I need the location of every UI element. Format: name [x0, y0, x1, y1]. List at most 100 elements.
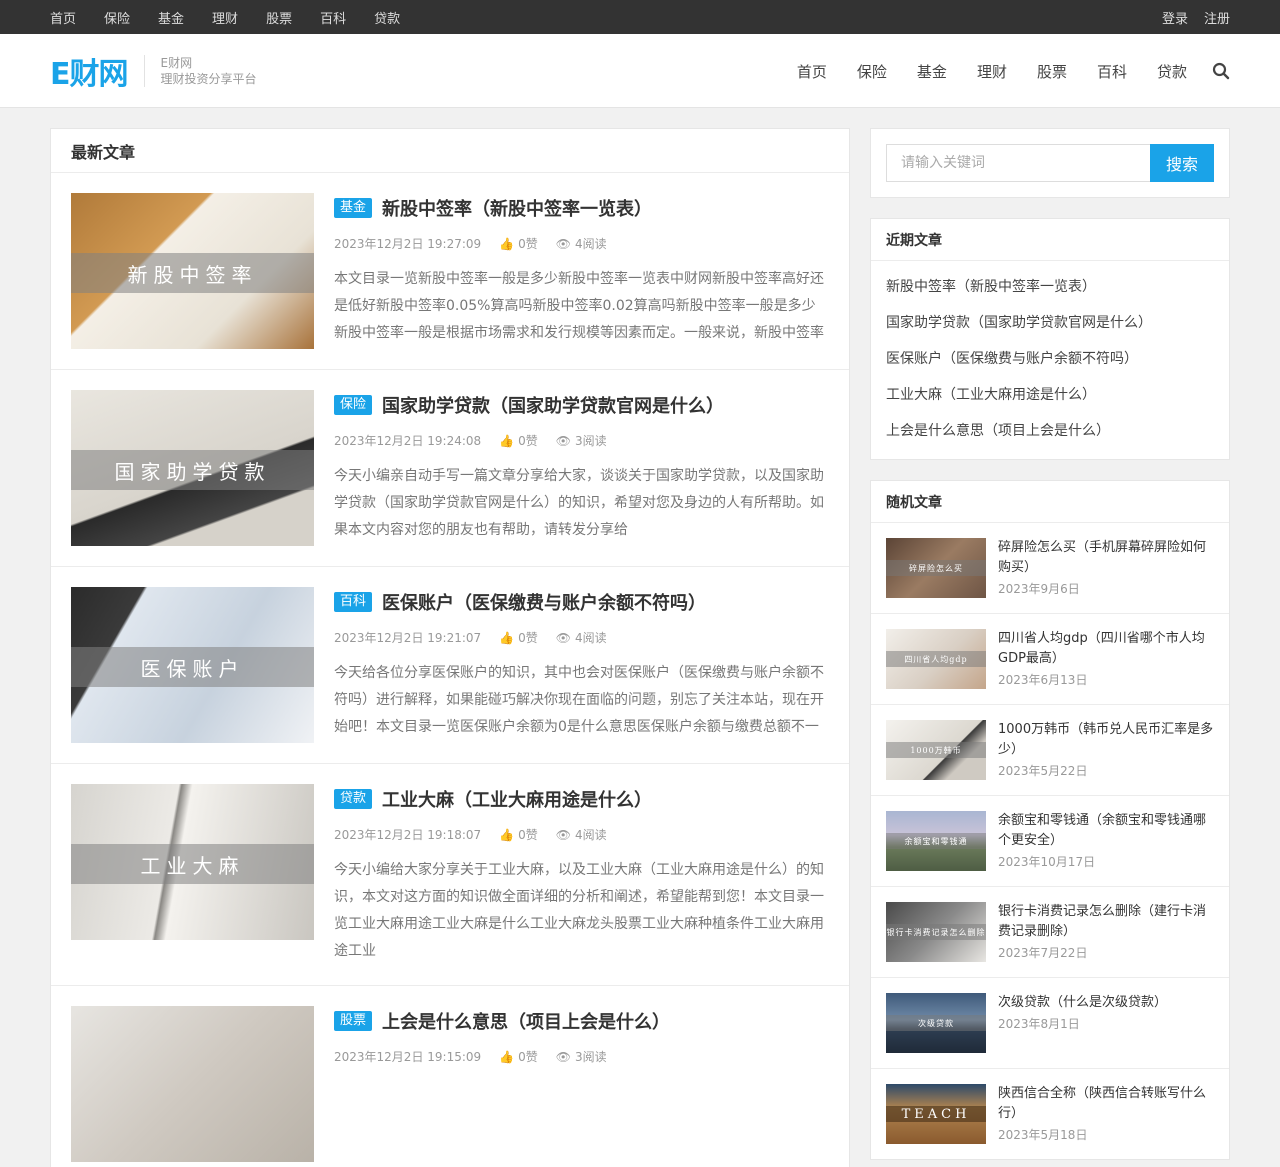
main-nav: 首页 保险 基金 理财 股票 百科 贷款 — [782, 61, 1230, 82]
site-logo[interactable]: E财网 — [50, 49, 128, 93]
post-thumbnail[interactable]: 医保账户 — [71, 587, 314, 743]
post-excerpt: 今天小编亲自动手写一篇文章分享给大家，谈谈关于国家助学贷款，以及国家助学贷款（国… — [334, 468, 824, 538]
nav-fund[interactable]: 基金 — [902, 61, 962, 82]
thumbnail-caption: 次级贷款 — [886, 1015, 986, 1031]
random-item: 碎屏险怎么买 碎屏险怎么买（手机屏幕碎屏险如何购买） 2023年9月6日 — [871, 523, 1229, 614]
random-thumbnail[interactable]: 碎屏险怎么买 — [886, 538, 986, 598]
nav-finance[interactable]: 理财 — [962, 61, 1022, 82]
recent-link[interactable]: 新股中签率（新股中签率一览表） — [886, 269, 1214, 305]
post-item: 国家助学贷款 保险 国家助学贷款（国家助学贷款官网是什么） 2023年12月2日… — [51, 370, 849, 567]
category-badge[interactable]: 百科 — [334, 592, 373, 612]
eye-icon: 👁 — [555, 827, 571, 842]
post-date: 2023年12月2日 19:24:08 — [334, 434, 482, 448]
category-badge[interactable]: 贷款 — [334, 789, 373, 809]
post-date: 2023年12月2日 19:15:09 — [334, 1050, 482, 1064]
random-title[interactable]: 碎屏险怎么买（手机屏幕碎屏险如何购买） — [998, 538, 1214, 578]
thumbs-up-icon: 👍 — [499, 433, 515, 448]
post-views: 3阅读 — [574, 434, 607, 448]
random-title[interactable]: 四川省人均gdp（四川省哪个市人均GDP最高） — [998, 629, 1214, 669]
thumbnail-caption: 医保账户 — [71, 647, 314, 687]
random-title[interactable]: 余额宝和零钱通（余额宝和零钱通哪个更安全） — [998, 811, 1214, 851]
random-item: TEACH 陕西信合全称（陕西信合转账写什么行） 2023年5月18日 — [871, 1069, 1229, 1159]
post-excerpt: 今天小编给大家分享关于工业大麻，以及工业大麻（工业大麻用途是什么）的知识，本文对… — [334, 862, 824, 959]
sidebar: 搜索 近期文章 新股中签率（新股中签率一览表） 国家助学贷款（国家助学贷款官网是… — [870, 128, 1230, 1167]
top-link-loan[interactable]: 贷款 — [374, 8, 400, 27]
nav-wiki[interactable]: 百科 — [1082, 61, 1142, 82]
random-date: 2023年9月6日 — [998, 582, 1080, 596]
top-link-home[interactable]: 首页 — [50, 8, 76, 27]
recent-link[interactable]: 国家助学贷款（国家助学贷款官网是什么） — [886, 305, 1214, 341]
nav-insurance[interactable]: 保险 — [842, 61, 902, 82]
top-link-stock[interactable]: 股票 — [266, 8, 292, 27]
post-date: 2023年12月2日 19:18:07 — [334, 828, 482, 842]
random-thumbnail[interactable]: 次级贷款 — [886, 993, 986, 1053]
post-item: 新股中签率 基金 新股中签率（新股中签率一览表） 2023年12月2日 19:2… — [51, 173, 849, 370]
nav-stock[interactable]: 股票 — [1022, 61, 1082, 82]
thumbs-up-icon: 👍 — [499, 236, 515, 251]
top-link-wiki[interactable]: 百科 — [320, 8, 346, 27]
site-header: E财网 E财网 理财投资分享平台 首页 保险 基金 理财 股票 百科 贷款 — [0, 34, 1280, 108]
recent-link[interactable]: 上会是什么意思（项目上会是什么） — [886, 413, 1214, 449]
random-posts: 随机文章 碎屏险怎么买 碎屏险怎么买（手机屏幕碎屏险如何购买） 2023年9月6… — [870, 480, 1230, 1160]
logo-divider — [143, 55, 145, 87]
eye-icon: 👁 — [555, 236, 571, 251]
random-thumbnail[interactable]: 余额宝和零钱通 — [886, 811, 986, 871]
post-thumbnail[interactable]: 国家助学贷款 — [71, 390, 314, 546]
post-title[interactable]: 工业大麻（工业大麻用途是什么） — [382, 786, 652, 812]
category-badge[interactable]: 股票 — [334, 1011, 373, 1031]
top-bar: 首页 保险 基金 理财 股票 百科 贷款 登录 注册 — [0, 0, 1280, 34]
thumbs-up-icon: 👍 — [499, 827, 515, 842]
nav-loan[interactable]: 贷款 — [1142, 61, 1202, 82]
top-link-fund[interactable]: 基金 — [158, 8, 184, 27]
post-excerpt: 今天给各位分享医保账户的知识，其中也会对医保账户（医保缴费与账户余额不符吗）进行… — [334, 665, 824, 735]
post-thumbnail[interactable]: 新股中签率 — [71, 193, 314, 349]
search-icon[interactable] — [1212, 62, 1230, 80]
random-title[interactable]: 陕西信合全称（陕西信合转账写什么行） — [998, 1084, 1214, 1124]
thumbnail-caption: 新股中签率 — [71, 253, 314, 293]
post-title[interactable]: 上会是什么意思（项目上会是什么） — [382, 1008, 670, 1034]
category-badge[interactable]: 基金 — [334, 198, 373, 218]
random-thumbnail[interactable]: 1000万韩币 — [886, 720, 986, 780]
login-link[interactable]: 登录 — [1162, 8, 1188, 27]
post-title[interactable]: 新股中签率（新股中签率一览表） — [382, 195, 652, 221]
post-title[interactable]: 国家助学贷款（国家助学贷款官网是什么） — [382, 392, 724, 418]
random-thumbnail[interactable]: 四川省人均gdp — [886, 629, 986, 689]
random-title[interactable]: 次级贷款（什么是次级贷款） — [998, 993, 1214, 1013]
random-date: 2023年5月22日 — [998, 764, 1088, 778]
recent-posts: 近期文章 新股中签率（新股中签率一览表） 国家助学贷款（国家助学贷款官网是什么）… — [870, 218, 1230, 460]
post-date: 2023年12月2日 19:21:07 — [334, 631, 482, 645]
post-likes: 0赞 — [518, 1050, 538, 1064]
post-item: 股票 上会是什么意思（项目上会是什么） 2023年12月2日 19:15:09 … — [51, 986, 849, 1167]
random-title[interactable]: 1000万韩币（韩币兑人民币汇率是多少） — [998, 720, 1214, 760]
random-thumbnail[interactable]: 银行卡消费记录怎么删除 — [886, 902, 986, 962]
random-date: 2023年7月22日 — [998, 946, 1088, 960]
eye-icon: 👁 — [555, 1049, 571, 1064]
post-views: 3阅读 — [574, 1050, 607, 1064]
thumbnail-caption: 工业大麻 — [71, 844, 314, 884]
category-badge[interactable]: 保险 — [334, 395, 373, 415]
post-thumbnail[interactable] — [71, 1006, 314, 1162]
post-thumbnail[interactable]: 工业大麻 — [71, 784, 314, 940]
random-heading: 随机文章 — [871, 481, 1229, 523]
post-likes: 0赞 — [518, 237, 538, 251]
top-link-finance[interactable]: 理财 — [212, 8, 238, 27]
thumbnail-caption: 碎屏险怎么买 — [886, 560, 986, 576]
register-link[interactable]: 注册 — [1204, 8, 1230, 27]
thumbnail-caption: 余额宝和零钱通 — [886, 833, 986, 849]
top-link-insurance[interactable]: 保险 — [104, 8, 130, 27]
post-likes: 0赞 — [518, 631, 538, 645]
random-item: 1000万韩币 1000万韩币（韩币兑人民币汇率是多少） 2023年5月22日 — [871, 705, 1229, 796]
random-title[interactable]: 银行卡消费记录怎么删除（建行卡消费记录删除） — [998, 902, 1214, 942]
recent-link[interactable]: 医保账户（医保缴费与账户余额不符吗） — [886, 341, 1214, 377]
search-input[interactable] — [886, 144, 1150, 182]
post-title[interactable]: 医保账户（医保缴费与账户余额不符吗） — [382, 589, 706, 615]
random-date: 2023年6月13日 — [998, 673, 1088, 687]
random-date: 2023年5月18日 — [998, 1128, 1088, 1142]
thumbs-up-icon: 👍 — [499, 630, 515, 645]
recent-link[interactable]: 工业大麻（工业大麻用途是什么） — [886, 377, 1214, 413]
search-button[interactable]: 搜索 — [1150, 144, 1214, 182]
auth-links: 登录 注册 — [1162, 8, 1230, 27]
eye-icon: 👁 — [555, 433, 571, 448]
nav-home[interactable]: 首页 — [782, 61, 842, 82]
random-thumbnail[interactable]: TEACH — [886, 1084, 986, 1144]
